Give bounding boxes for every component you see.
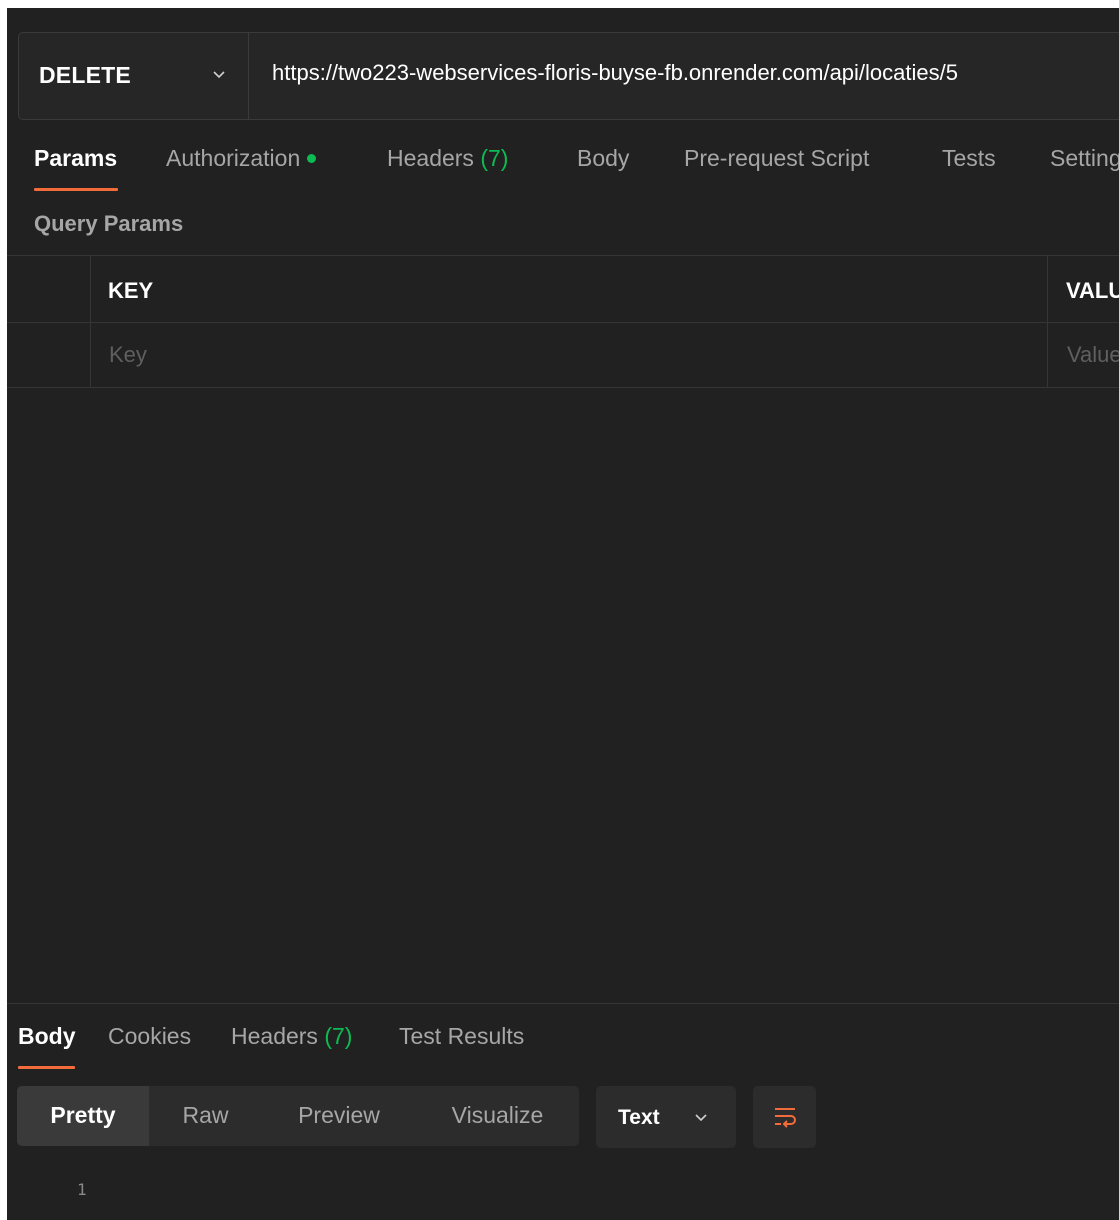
active-tab-indicator xyxy=(34,188,118,191)
view-preview-button[interactable]: Preview xyxy=(262,1086,416,1146)
wrap-lines-button[interactable] xyxy=(753,1086,816,1148)
line-number: 1 xyxy=(77,1180,87,1199)
tab-params[interactable]: Params xyxy=(34,145,117,172)
method-select[interactable]: DELETE xyxy=(19,33,249,119)
view-visualize-button[interactable]: Visualize xyxy=(416,1086,579,1146)
chevron-down-icon xyxy=(695,1114,707,1122)
table-divider xyxy=(7,387,1119,388)
response-active-tab-indicator xyxy=(18,1066,75,1069)
key-input[interactable]: Key xyxy=(109,342,147,368)
tab-settings[interactable]: Settings xyxy=(1050,145,1119,172)
tab-headers-label: Headers xyxy=(387,145,474,171)
table-divider xyxy=(7,322,1119,323)
tab-headers[interactable]: Headers (7) xyxy=(387,145,508,172)
tab-pre-request-script[interactable]: Pre-request Script xyxy=(684,145,869,172)
response-tab-cookies[interactable]: Cookies xyxy=(108,1023,191,1050)
headers-count: (7) xyxy=(480,145,509,171)
response-tab-headers-label: Headers xyxy=(231,1023,318,1049)
method-label: DELETE xyxy=(39,62,131,88)
response-headers-count: (7) xyxy=(324,1023,353,1049)
query-params-table: KEY VALUE Key Value xyxy=(7,255,1119,388)
format-label: Text xyxy=(618,1106,660,1129)
postman-request-panel: DELETE https://two223-webservices-floris… xyxy=(7,8,1119,1220)
column-header-value: VALUE xyxy=(1066,278,1119,303)
view-raw-button[interactable]: Raw xyxy=(149,1086,262,1146)
response-tab-test-results[interactable]: Test Results xyxy=(399,1023,524,1050)
column-divider xyxy=(1047,255,1048,388)
tab-tests[interactable]: Tests xyxy=(942,145,996,172)
wrap-lines-icon xyxy=(775,1108,796,1128)
query-params-title: Query Params xyxy=(34,211,184,236)
chevron-down-icon xyxy=(213,71,225,79)
column-header-key: KEY xyxy=(108,278,154,303)
tab-body[interactable]: Body xyxy=(577,145,629,172)
column-divider xyxy=(90,255,91,388)
table-divider xyxy=(7,255,1119,256)
status-dot-icon xyxy=(307,153,317,163)
tab-authorization-label: Authorization xyxy=(166,145,301,171)
tab-authorization[interactable]: Authorization xyxy=(166,145,317,172)
view-pretty-button[interactable]: Pretty xyxy=(17,1086,149,1146)
response-divider xyxy=(7,1003,1119,1004)
url-bar: DELETE https://two223-webservices-floris… xyxy=(18,32,1119,120)
format-select[interactable]: Text xyxy=(596,1086,736,1148)
url-input[interactable]: https://two223-webservices-floris-buyse-… xyxy=(272,60,958,86)
response-tab-headers[interactable]: Headers (7) xyxy=(231,1023,352,1050)
response-tab-body[interactable]: Body xyxy=(18,1023,76,1050)
value-input[interactable]: Value xyxy=(1067,342,1119,368)
view-mode-selector: Pretty Raw Preview Visualize xyxy=(17,1086,579,1146)
